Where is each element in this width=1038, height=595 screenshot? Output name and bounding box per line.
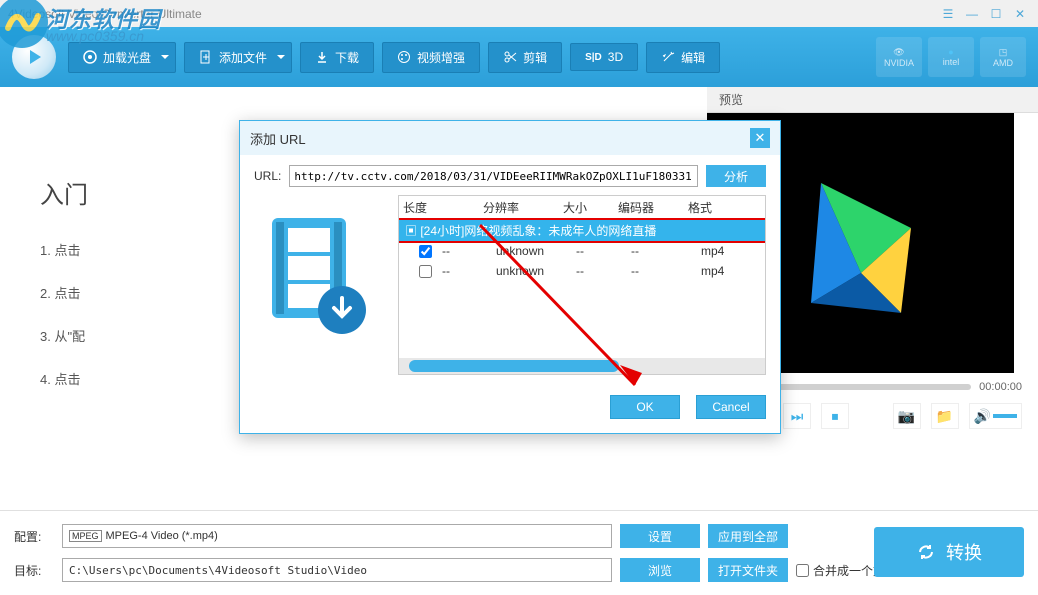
minimize-button[interactable]: — [962,6,982,22]
stop-button[interactable]: ⏹ [821,403,849,429]
maximize-button[interactable]: ☐ [986,6,1006,22]
time-display: 00:00:00 [979,381,1022,393]
settings-button[interactable]: 设置 [620,524,700,548]
profile-label: 配置: [14,528,54,545]
cancel-button[interactable]: Cancel [696,395,766,419]
load-disc-button[interactable]: 加载光盘 [68,42,176,73]
download-icon [315,50,329,64]
intel-chip: ●intel [928,37,974,77]
scissors-icon [503,50,517,64]
snapshot-button[interactable]: 📷 [893,403,921,429]
menu-icon[interactable]: ☰ [938,6,958,22]
horizontal-scrollbar[interactable] [399,358,765,374]
clip-button[interactable]: 剪辑 [488,42,562,73]
profile-field[interactable]: MPEGMPEG-4 Video (*.mp4) [62,524,612,548]
next-button[interactable]: ⏭ [783,403,811,429]
url-label: URL: [254,169,281,183]
three-d-icon: S|D [585,52,602,63]
refresh-icon [916,542,936,562]
list-group-header[interactable]: ▣ [24小时]网络视频乱象：未成年人的网络直播 [398,218,766,243]
file-plus-icon [199,50,213,64]
row-checkbox[interactable] [419,265,432,278]
film-download-icon [254,195,384,355]
titlebar: 4Videosoft Video Converter Ultimate ☰ — … [0,0,1038,27]
convert-button[interactable]: 转换 [874,527,1024,577]
add-file-button[interactable]: 添加文件 [184,42,292,73]
analyze-button[interactable]: 分析 [706,165,766,187]
list-item[interactable]: -- unknown -- -- mp4 [399,241,765,261]
browse-button[interactable]: 浏览 [620,558,700,582]
ok-button[interactable]: OK [610,395,680,419]
dialog-title: 添加 URL [250,129,306,148]
dest-label: 目标: [14,562,54,579]
app-title: 4Videosoft Video Converter Ultimate [8,7,202,21]
url-result-list: 长度 分辨率 大小 编码器 格式 ▣ [24小时]网络视频乱象：未成年人的网络直… [398,195,766,375]
edit-button[interactable]: 编辑 [646,42,720,73]
three-d-button[interactable]: S|D 3D [570,43,638,71]
nvidia-chip: 👁NVIDIA [876,37,922,77]
main-toolbar: 加载光盘 添加文件 下载 视频增强 剪辑 S|D 3D 编辑 👁NVIDIA ●… [0,27,1038,87]
url-input[interactable] [289,165,698,187]
row-checkbox[interactable] [419,245,432,258]
list-item[interactable]: -- unknown -- -- mp4 [399,261,765,281]
add-url-dialog: 添加 URL ✕ URL: 分析 [239,120,781,434]
dialog-close-button[interactable]: ✕ [750,128,770,148]
disc-icon [83,50,97,64]
app-logo-icon [12,35,56,79]
download-button[interactable]: 下载 [300,42,374,73]
apply-all-button[interactable]: 应用到全部 [708,524,788,548]
dest-field[interactable] [62,558,612,582]
list-header: 长度 分辨率 大小 编码器 格式 [399,196,765,220]
wand-icon [661,50,675,64]
preview-tab[interactable]: 预览 [707,87,1038,113]
open-folder-button[interactable]: 打开文件夹 [708,558,788,582]
preview-placeholder-icon [761,143,961,343]
close-window-button[interactable]: ✕ [1010,6,1030,22]
volume-button[interactable]: 🔊 [969,403,1022,429]
palette-icon [397,50,411,64]
enhance-button[interactable]: 视频增强 [382,42,480,73]
dialog-titlebar: 添加 URL ✕ [240,121,780,155]
amd-chip: ◳AMD [980,37,1026,77]
folder-button[interactable]: 📁 [931,403,959,429]
